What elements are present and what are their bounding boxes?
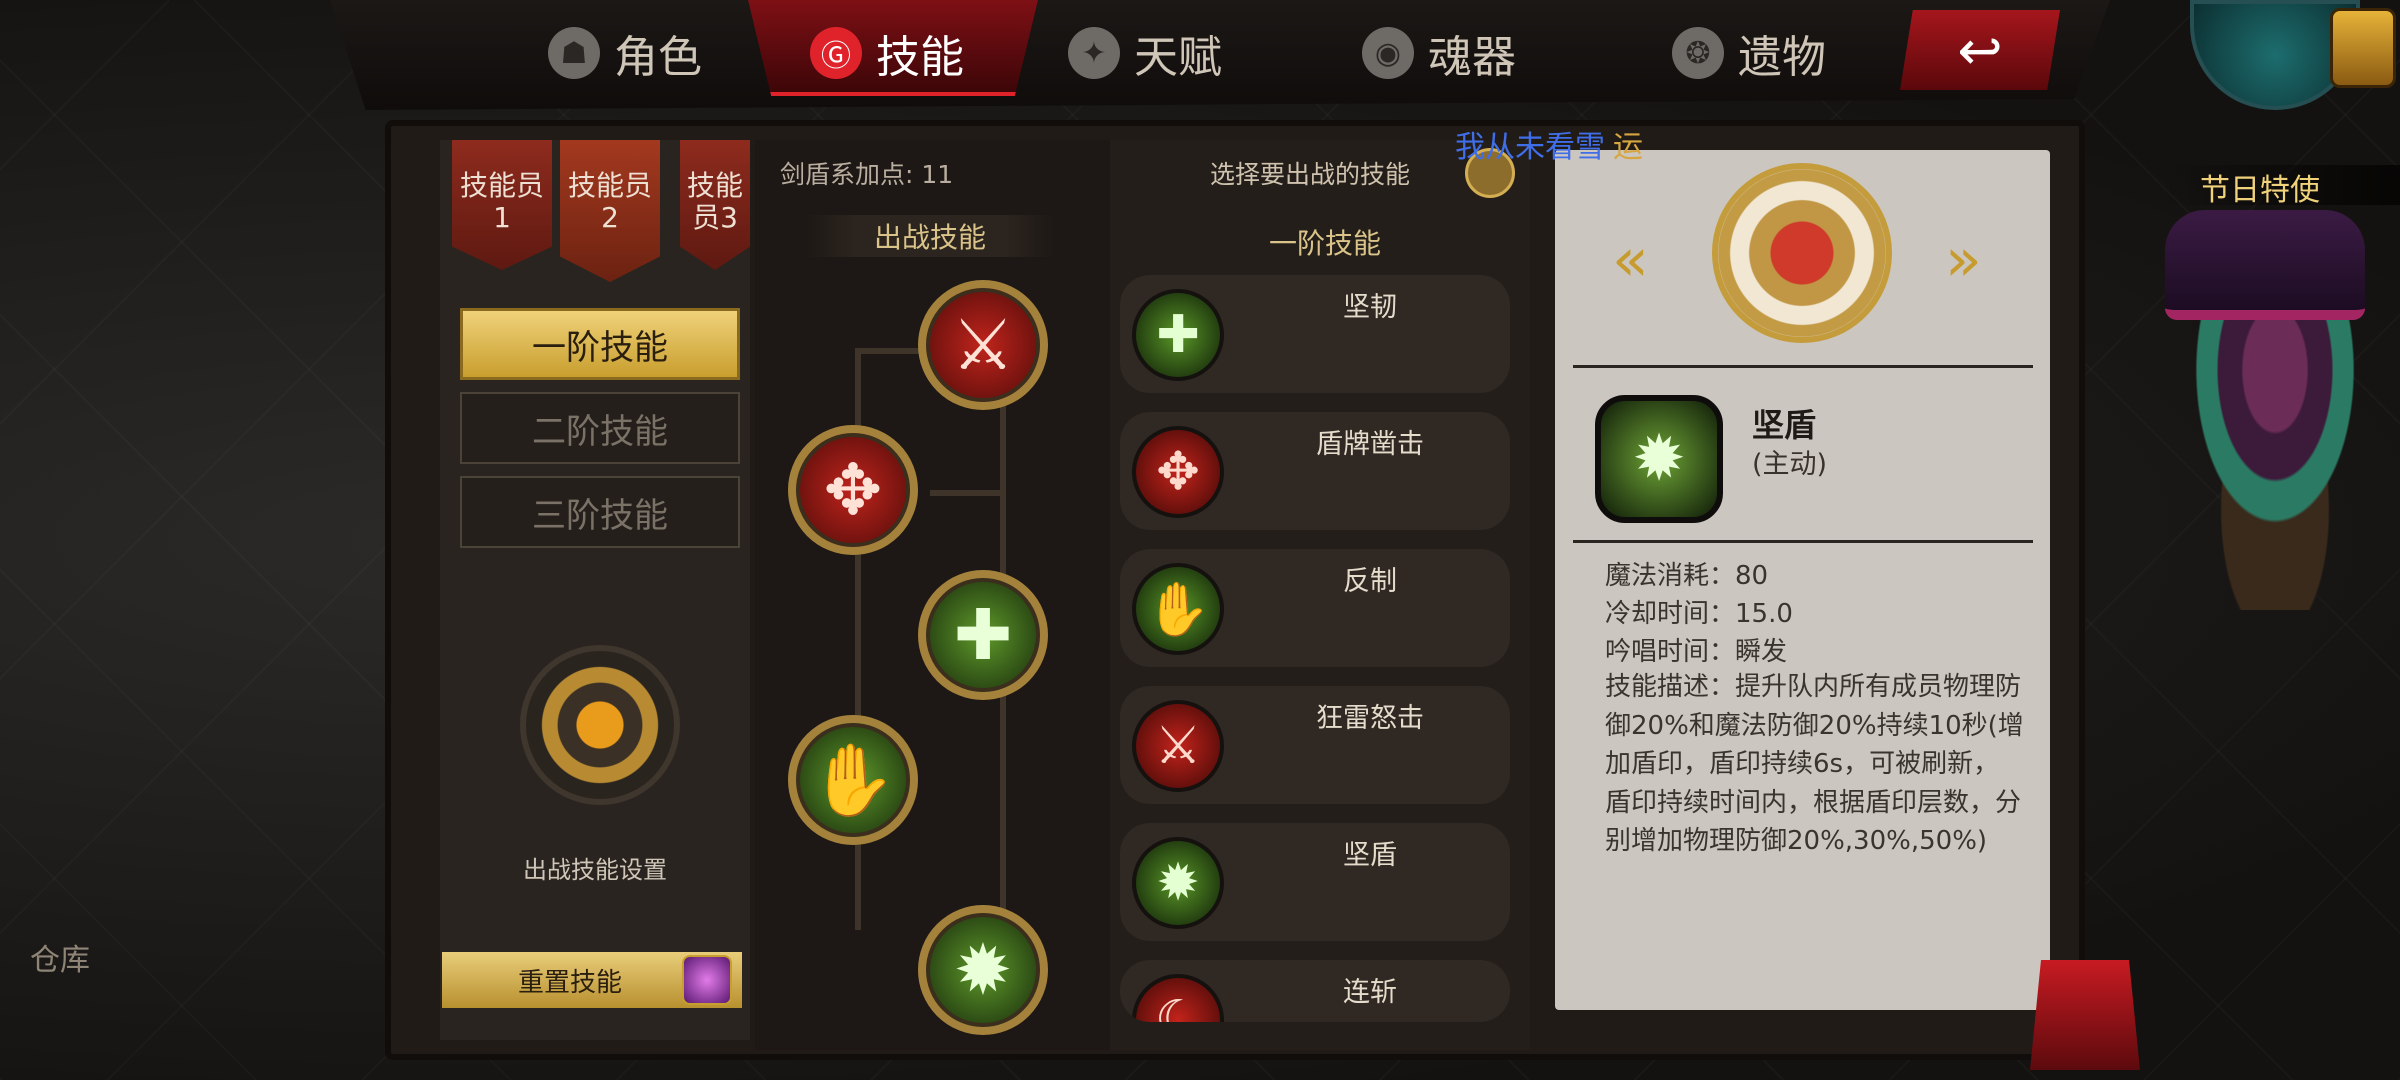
- selected-skill-type: (主动): [1752, 449, 1828, 480]
- shield-bash-icon: ✥: [1132, 426, 1224, 518]
- player-name: 我从未看雪: [1455, 130, 1605, 165]
- left-sidebar: [440, 140, 750, 1040]
- divider: [1573, 365, 2033, 368]
- skill-row-tenacity[interactable]: ✚ 坚韧: [1120, 275, 1510, 393]
- tier-header: 一阶技能: [1268, 227, 1381, 260]
- selected-skill-name: 坚盾: [1752, 406, 1817, 444]
- tier-2-button[interactable]: 二阶技能: [460, 392, 740, 464]
- relic-icon: ❂: [1672, 27, 1724, 79]
- selected-skill-icon: ✹: [1595, 395, 1723, 523]
- member-tab-1[interactable]: 技能员1: [452, 140, 552, 270]
- reset-skills-label: 重置技能: [518, 967, 623, 998]
- tab-soul[interactable]: ◉ 魂器: [1362, 18, 1516, 88]
- cooldown: 冷却时间：15.0: [1605, 599, 1793, 629]
- cast-time: 吟唱时间：瞬发: [1605, 637, 1788, 667]
- back-arrow-icon: ↩: [1957, 18, 2003, 82]
- tenacity-icon: ✚: [1132, 289, 1224, 381]
- tree-node-shield-bash[interactable]: ✥: [788, 425, 918, 555]
- mana-cost: 魔法消耗：80: [1605, 561, 1769, 591]
- menu-logo-icon[interactable]: [2030, 960, 2140, 1070]
- gem-icon: [682, 955, 732, 1005]
- skill-name: 狂雷怒击: [1316, 703, 1424, 734]
- tab-talent-label: 天赋: [1134, 32, 1222, 83]
- soul-icon: ◉: [1362, 27, 1414, 79]
- skill-icon: Ⓖ: [810, 27, 862, 79]
- tree-node-firm-shield[interactable]: ✹: [918, 905, 1048, 1035]
- thunder-strike-icon: ⚔: [951, 304, 1015, 386]
- divider: [1573, 540, 2033, 543]
- skill-row-shield-bash[interactable]: ✥ 盾牌凿击: [1120, 412, 1510, 530]
- tenacity-shield-icon: ✚: [953, 594, 1013, 676]
- choose-skill-label: 选择要出战的技能: [1210, 160, 1411, 189]
- skill-name: 连斩: [1343, 977, 1397, 1008]
- member-tab-3[interactable]: 技能员3: [680, 140, 750, 270]
- tab-skills-label: 技能: [876, 32, 964, 83]
- counter-icon: ✋: [1132, 563, 1224, 655]
- skill-school-emblem-icon: [1712, 163, 1892, 343]
- skill-row-counter[interactable]: ✋ 反制: [1120, 549, 1510, 667]
- member-tab-2-label: 技能员2: [567, 169, 652, 234]
- skill-name: 坚韧: [1343, 292, 1397, 323]
- skill-row-chain-slash[interactable]: ☾ 连斩: [1120, 960, 1510, 1022]
- helmet-icon: ☗: [548, 27, 600, 79]
- member-tab-2[interactable]: 技能员2: [560, 140, 660, 282]
- battle-skill-setting-label: 出战技能设置: [523, 856, 667, 884]
- skill-description: 技能描述：提升队内所有成员物理防御20%和魔法防御20%持续10秒(增加盾印，盾…: [1605, 672, 2024, 856]
- skill-row-thunder-strike[interactable]: ⚔ 狂雷怒击: [1120, 686, 1510, 804]
- battle-skill-setting-icon[interactable]: [520, 645, 680, 805]
- treasure-chest-icon[interactable]: [2330, 8, 2396, 88]
- counter-icon: ✋: [809, 738, 897, 821]
- tab-relic[interactable]: ❂ 遗物: [1672, 18, 1826, 88]
- tier-3-button[interactable]: 三阶技能: [460, 476, 740, 548]
- skill-row-firm-shield[interactable]: ✹ 坚盾: [1120, 823, 1510, 941]
- member-tab-1-label: 技能员1: [459, 169, 544, 234]
- shield-bash-icon: ✥: [823, 449, 883, 531]
- tab-soul-label: 魂器: [1428, 32, 1516, 83]
- tree-node-thunder-strike[interactable]: ⚔: [918, 280, 1048, 410]
- game-screen: ☗ 角色 Ⓖ 技能 ✦ 天赋 ◉ 魂器 ❂ 遗物 ↩ 技能员1 技能员2 技能员…: [0, 0, 2400, 1080]
- tree-node-counter[interactable]: ✋: [788, 715, 918, 845]
- firm-shield-icon: ✹: [1632, 422, 1686, 496]
- storage-label[interactable]: 仓库: [0, 935, 100, 979]
- tab-character[interactable]: ☗ 角色: [548, 18, 702, 88]
- battle-skills-header: 出战技能: [805, 215, 1055, 257]
- tab-relic-label: 遗物: [1738, 32, 1826, 83]
- skill-name: 坚盾: [1343, 840, 1397, 871]
- tab-skills[interactable]: Ⓖ 技能: [810, 18, 964, 88]
- hat-icon: [2165, 210, 2365, 320]
- festival-envoy-label[interactable]: 节日特使: [2160, 165, 2400, 208]
- tier-1-button[interactable]: 一阶技能: [460, 308, 740, 380]
- skill-points-label: 剑盾系加点: 11: [780, 160, 954, 189]
- skill-name: 反制: [1343, 566, 1397, 597]
- talent-icon: ✦: [1068, 27, 1120, 79]
- back-button[interactable]: ↩: [1900, 10, 2060, 90]
- player-suffix: 运: [1613, 130, 1643, 165]
- firm-shield-icon: ✹: [1132, 837, 1224, 929]
- prev-school-button[interactable]: «: [1612, 225, 1649, 295]
- skill-name: 盾牌凿击: [1316, 429, 1424, 460]
- tab-character-label: 角色: [614, 32, 702, 83]
- next-school-button[interactable]: »: [1945, 225, 1982, 295]
- tree-connector: [930, 490, 1000, 496]
- firm-shield-icon: ✹: [953, 929, 1013, 1011]
- tree-node-tenacity[interactable]: ✚: [918, 570, 1048, 700]
- member-tab-3-label: 技能员3: [686, 169, 743, 234]
- tab-talent[interactable]: ✦ 天赋: [1068, 18, 1222, 88]
- thunder-strike-icon: ⚔: [1132, 700, 1224, 792]
- chain-slash-icon: ☾: [1132, 974, 1224, 1022]
